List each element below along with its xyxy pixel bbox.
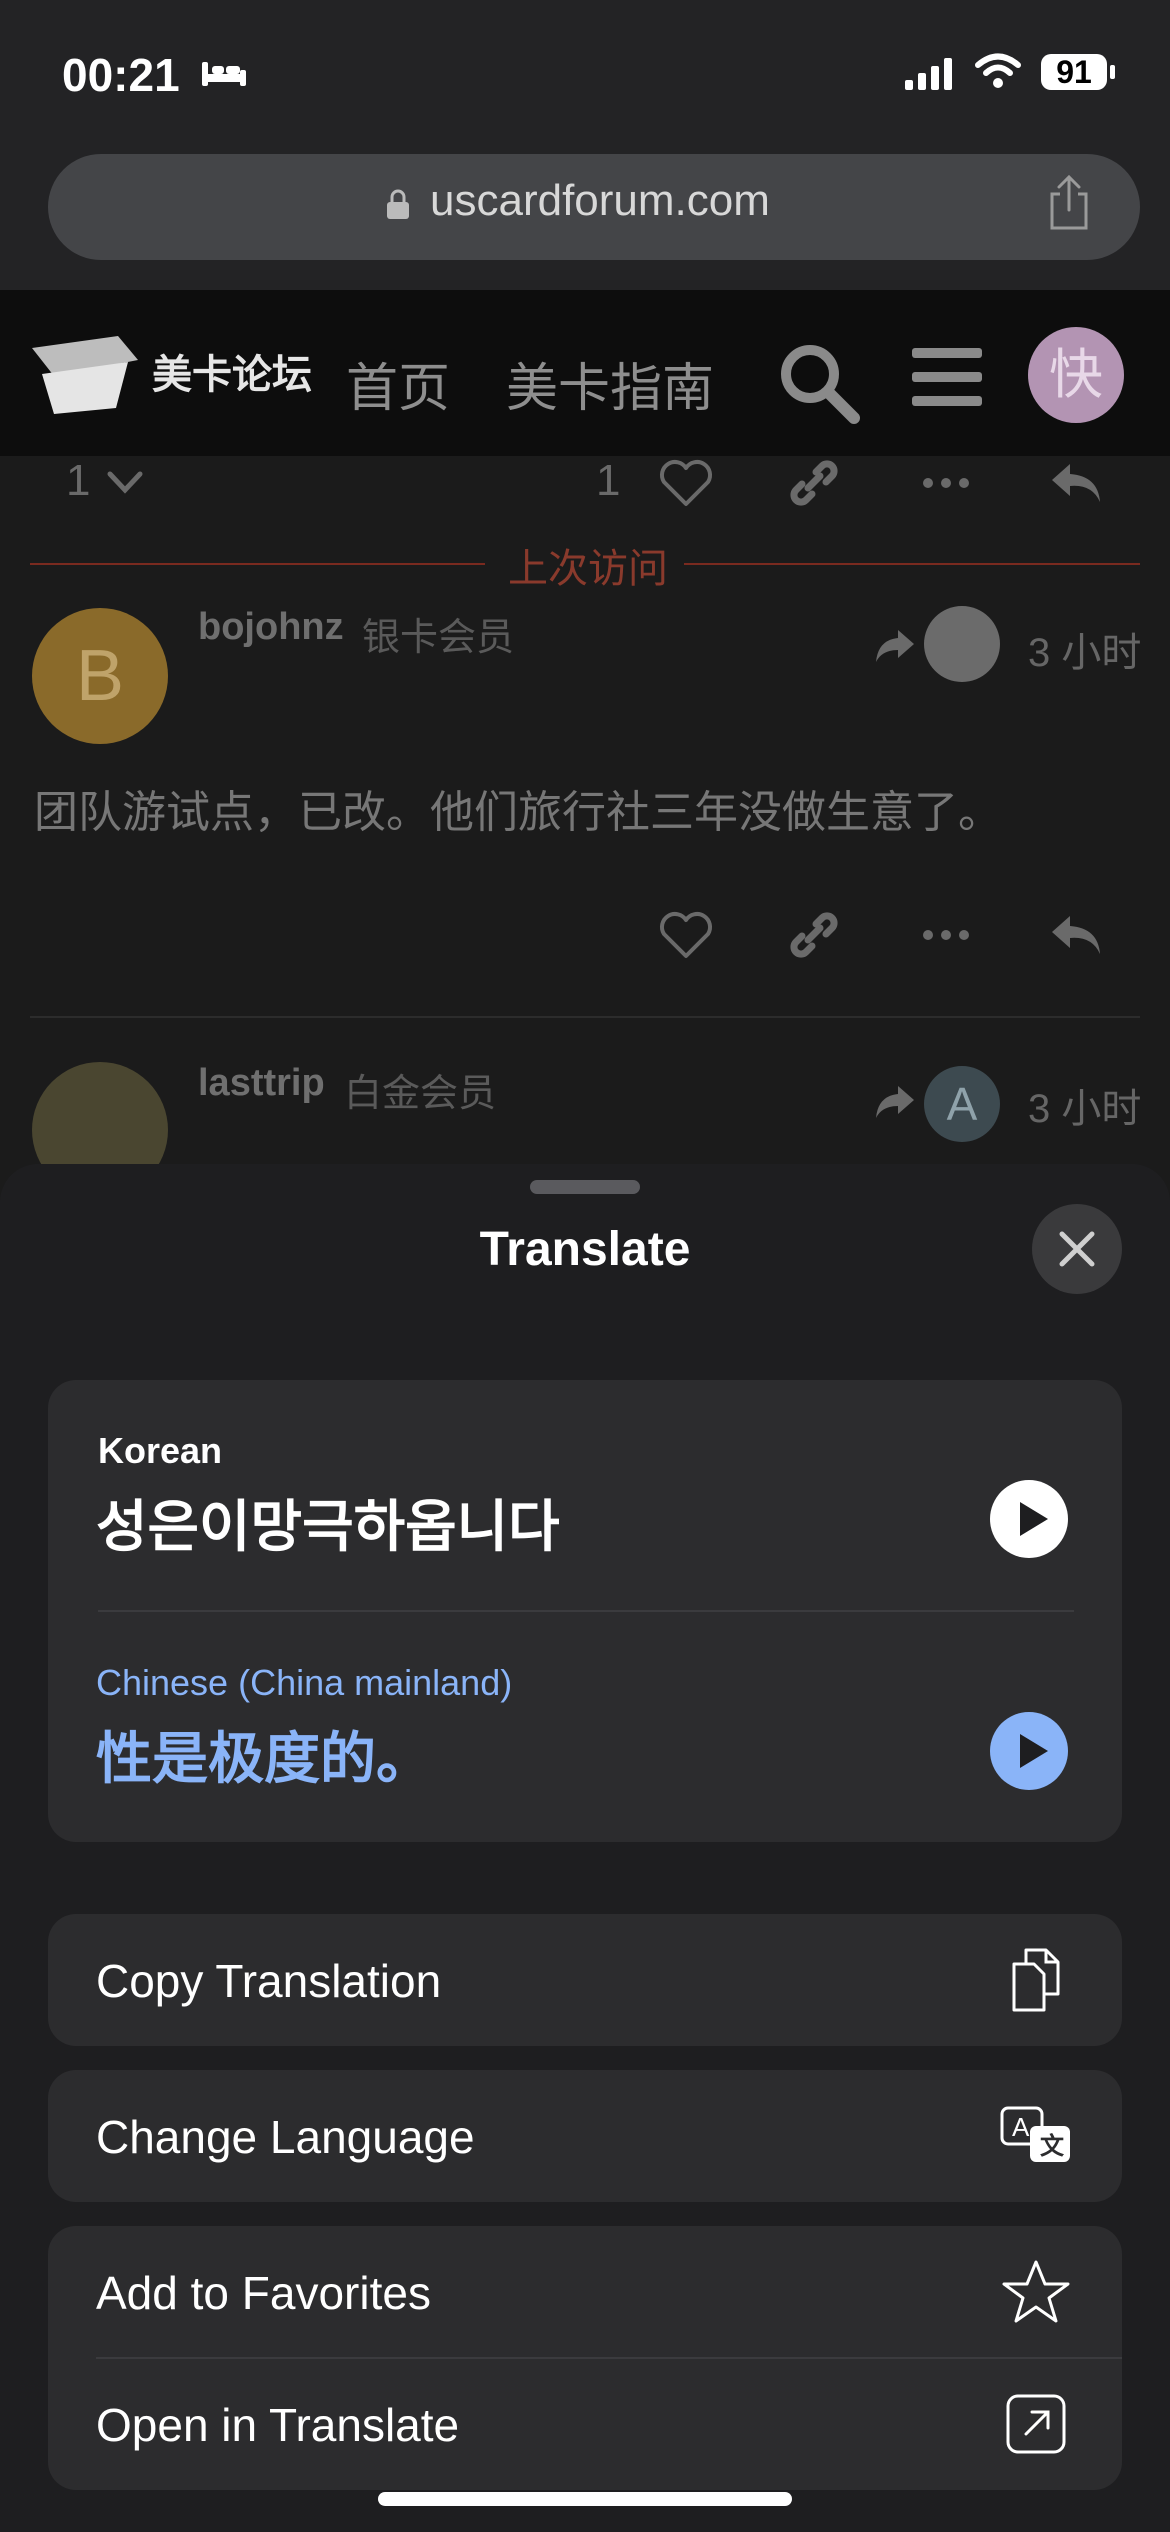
target-language-label: Chinese (China mainland) (96, 1662, 513, 1703)
forum-logo-icon[interactable] (28, 330, 146, 416)
heart-icon[interactable] (658, 910, 714, 960)
copy-icon (1012, 1948, 1060, 2012)
last-visit-divider-line (684, 563, 1140, 565)
forum-logo-text[interactable]: 美卡论坛 (152, 342, 312, 400)
change-language-label: Change Language (96, 2111, 475, 2163)
translated-text: 性是极度的。 (96, 1727, 432, 1790)
add-to-favorites-label: Add to Favorites (96, 2267, 431, 2319)
battery-level: 91 (1056, 54, 1092, 90)
lock-icon (387, 189, 409, 219)
more-icon[interactable] (918, 458, 974, 508)
play-icon (1020, 1734, 1048, 1768)
sheet-title: Translate (479, 1223, 691, 1276)
add-to-favorites-button[interactable]: Add to Favorites (48, 2226, 1122, 2358)
external-link-icon (1006, 2394, 1066, 2454)
post-divider (30, 1016, 1140, 1018)
chevron-down-icon[interactable] (106, 470, 144, 496)
user-avatar[interactable]: 快 (1028, 327, 1124, 423)
heart-icon[interactable] (658, 458, 714, 508)
url-text[interactable]: uscardforum.com (430, 176, 770, 226)
post-user-title: 白金会员 (344, 1073, 497, 1115)
post-username[interactable]: bojohnz (198, 606, 344, 649)
copy-translation-label: Copy Translation (96, 1955, 442, 2007)
last-visit-label: 上次访问 (508, 547, 668, 591)
link-icon[interactable] (786, 910, 842, 960)
reply-icon[interactable] (1048, 910, 1104, 960)
svg-text:A: A (1012, 2112, 1030, 2142)
sleep-focus-icon (202, 62, 246, 86)
cellular-signal-icon (905, 58, 952, 90)
change-language-button[interactable]: Change Language A 文 (48, 2070, 1122, 2202)
source-language-label: Korean (98, 1430, 223, 1471)
post-author-avatar[interactable]: B (32, 608, 168, 744)
post-time[interactable]: 3 小时 (1028, 1076, 1141, 1134)
source-text: 성은이망극하옵니다 (96, 1495, 560, 1558)
status-time: 00:21 (62, 49, 180, 101)
home-indicator[interactable] (378, 2492, 792, 2506)
replies-count[interactable]: 1 (66, 456, 90, 506)
svg-text:文: 文 (1040, 2132, 1065, 2160)
open-in-translate-button[interactable]: Open in Translate (48, 2358, 1122, 2490)
reply-icon[interactable] (1048, 458, 1104, 508)
nav-guide-link[interactable]: 美卡指南 (506, 346, 714, 421)
sheet-grabber[interactable] (530, 1180, 640, 1194)
close-icon (1059, 1231, 1095, 1267)
post-username[interactable]: lasttrip (198, 1062, 325, 1105)
copy-translation-button[interactable]: Copy Translation (48, 1914, 1122, 2046)
play-source-button[interactable] (990, 1480, 1068, 1558)
reply-to-avatar[interactable]: A (924, 1066, 1000, 1142)
search-icon[interactable] (776, 340, 862, 426)
card-divider (98, 1610, 1074, 1612)
reply-to-avatar[interactable] (924, 606, 1000, 682)
reply-to-arrow-icon (876, 630, 914, 662)
open-in-translate-label: Open in Translate (96, 2399, 460, 2451)
wifi-icon (975, 53, 1021, 88)
translate-icon: A 文 (1000, 2106, 1070, 2162)
like-count: 1 (596, 456, 621, 505)
nav-home-link[interactable]: 首页 (346, 346, 450, 421)
star-icon (1002, 2260, 1070, 2323)
more-icon[interactable] (918, 910, 974, 960)
reply-to-arrow-icon (876, 1086, 914, 1118)
close-button[interactable] (1032, 1204, 1122, 1294)
hamburger-menu-icon[interactable] (910, 344, 984, 410)
share-icon[interactable] (1046, 174, 1092, 232)
play-icon (1020, 1502, 1048, 1536)
post-user-title: 银卡会员 (362, 617, 515, 659)
play-translation-button[interactable] (990, 1712, 1068, 1790)
post-body: 团队游试点，已改。他们旅行社三年没做生意了。 (34, 788, 1002, 837)
link-icon[interactable] (786, 458, 842, 508)
last-visit-divider-line (30, 563, 485, 565)
post-time[interactable]: 3 小时 (1028, 620, 1141, 678)
